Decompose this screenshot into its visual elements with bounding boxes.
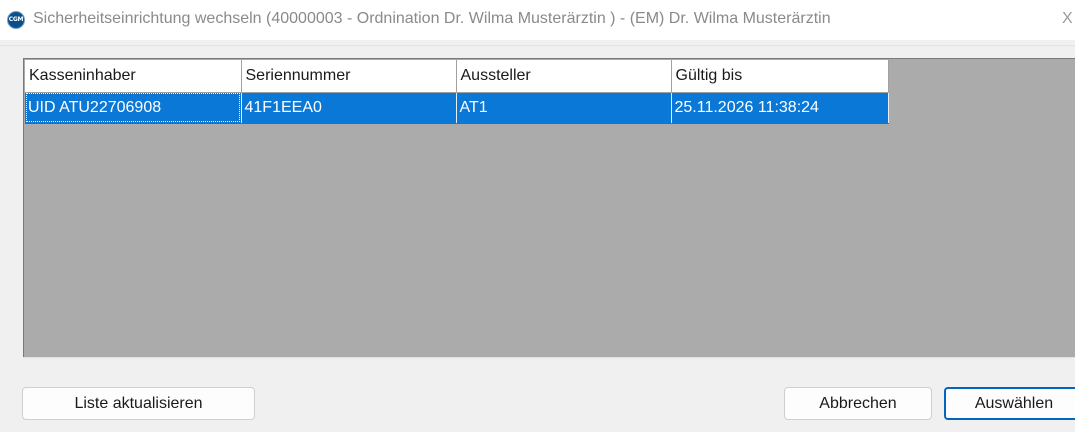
list-bottom-border (23, 357, 1075, 358)
cancel-button[interactable]: Abbrechen (784, 387, 932, 420)
title-separator (0, 45, 1075, 46)
cell-seriennummer[interactable]: 41F1EEA0 (241, 92, 457, 124)
close-icon[interactable]: X (1062, 8, 1075, 30)
refresh-list-button[interactable]: Liste aktualisieren (22, 387, 255, 420)
table-header-row: Kasseninhaber Seriennummer Aussteller Gü… (25, 60, 889, 93)
window-title: Sicherheitseinrichtung wechseln (4000000… (33, 10, 831, 27)
column-header-gueltig-bis[interactable]: Gültig bis (671, 60, 889, 93)
column-header-kasseninhaber[interactable]: Kasseninhaber (25, 60, 242, 93)
title-bar: CGM Sicherheitseinrichtung wechseln (400… (0, 0, 1075, 40)
cell-aussteller[interactable]: AT1 (456, 92, 672, 124)
table-row[interactable]: UID ATU22706908 41F1EEA0 AT1 25.11.2026 … (25, 92, 889, 124)
dialog-window: CGM Sicherheitseinrichtung wechseln (400… (0, 0, 1075, 432)
security-device-table: Kasseninhaber Seriennummer Aussteller Gü… (25, 60, 889, 124)
cell-gueltig-bis[interactable]: 25.11.2026 11:38:24 (671, 92, 889, 124)
column-header-seriennummer[interactable]: Seriennummer (241, 60, 457, 93)
select-button[interactable]: Auswählen (944, 387, 1075, 420)
security-device-list[interactable]: Kasseninhaber Seriennummer Aussteller Gü… (23, 58, 1075, 358)
column-header-aussteller[interactable]: Aussteller (456, 60, 672, 93)
cgm-logo-icon: CGM (7, 11, 25, 29)
cell-kasseninhaber[interactable]: UID ATU22706908 (25, 92, 242, 124)
